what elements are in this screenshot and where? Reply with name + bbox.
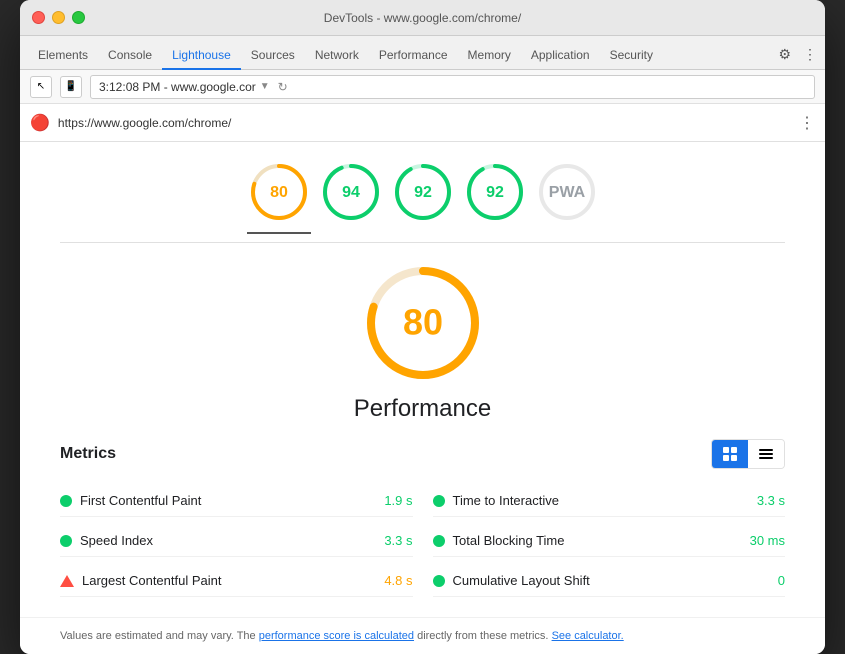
tab-address[interactable]: 3:12:08 PM - www.google.cor ▼ ↻	[90, 75, 815, 99]
metric-row-tbt: Total Blocking Time 30 ms	[433, 525, 786, 557]
metric-row-cls: Cumulative Layout Shift 0	[433, 565, 786, 597]
tab-icons: ⚙ ⋮	[778, 46, 817, 69]
refresh-icon[interactable]: ↻	[278, 80, 288, 94]
lighthouse-url-text: https://www.google.com/chrome/	[58, 116, 231, 130]
lighthouse-logo: 🔴	[30, 113, 50, 133]
more-icon[interactable]: ⋮	[803, 46, 817, 63]
svg-text:92: 92	[486, 184, 504, 201]
lighthouse-url-bar: 🔴 https://www.google.com/chrome/ ⋮	[20, 104, 825, 142]
metric-value: 0	[778, 573, 785, 588]
tab-performance[interactable]: Performance	[369, 42, 458, 70]
scores-row: 80 94 92 92	[20, 142, 825, 232]
metric-row-tti: Time to Interactive 3.3 s	[433, 485, 786, 517]
svg-text:94: 94	[342, 184, 360, 201]
metric-warning-icon	[60, 575, 74, 587]
metric-row-fcp: First Contentful Paint 1.9 s	[60, 485, 413, 517]
metric-value: 3.3 s	[384, 533, 412, 548]
tab-memory[interactable]: Memory	[458, 42, 521, 70]
traffic-lights	[32, 11, 85, 24]
tab-console[interactable]: Console	[98, 42, 162, 70]
main-score-section: 80 Performance	[20, 243, 825, 439]
address-arrow: ▼	[260, 81, 270, 92]
score-circle-svg-4: PWA	[537, 162, 597, 222]
devtools-tabs: Elements Console Lighthouse Sources Netw…	[20, 36, 825, 70]
tab-elements[interactable]: Elements	[28, 42, 98, 70]
metric-status-dot	[433, 575, 445, 587]
window-title: DevTools - www.google.com/chrome/	[32, 11, 813, 25]
score-pwa[interactable]: PWA	[537, 162, 597, 222]
metrics-section: Metrics	[20, 439, 825, 617]
metric-status-dot	[60, 535, 72, 547]
score-circle-svg-0: 80	[249, 162, 309, 222]
metric-row-lcp: Largest Contentful Paint 4.8 s	[60, 565, 413, 597]
score-best-practices[interactable]: 92	[393, 162, 453, 222]
metrics-note: Values are estimated and may vary. The p…	[20, 617, 825, 654]
metric-name: Largest Contentful Paint	[82, 573, 376, 588]
metric-name: Total Blocking Time	[453, 533, 742, 548]
more-options-icon[interactable]: ⋮	[799, 113, 815, 133]
note-prefix: Values are estimated and may vary. The	[60, 630, 259, 642]
svg-text:PWA: PWA	[548, 184, 585, 201]
settings-icon[interactable]: ⚙	[778, 46, 791, 63]
address-bar: ↖ 📱 3:12:08 PM - www.google.cor ▼ ↻	[20, 70, 825, 104]
main-score-circle: 80	[363, 263, 483, 383]
note-middle: directly from these metrics.	[414, 630, 552, 642]
metric-value: 3.3 s	[757, 493, 785, 508]
tab-address-text: 3:12:08 PM - www.google.cor	[99, 80, 256, 94]
svg-text:80: 80	[402, 302, 442, 343]
metric-value: 30 ms	[750, 533, 785, 548]
close-button[interactable]	[32, 11, 45, 24]
performance-score-link[interactable]: performance score is calculated	[259, 630, 414, 642]
tab-lighthouse[interactable]: Lighthouse	[162, 42, 241, 70]
metrics-view-buttons	[711, 439, 785, 469]
tab-application[interactable]: Application	[521, 42, 600, 70]
device-toggle-button[interactable]: 📱	[60, 76, 82, 98]
score-seo[interactable]: 92	[465, 162, 525, 222]
score-circle-svg-3: 92	[465, 162, 525, 222]
score-performance[interactable]: 80	[249, 162, 309, 222]
minimize-button[interactable]	[52, 11, 65, 24]
score-circle-svg-2: 92	[393, 162, 453, 222]
metric-name: Time to Interactive	[453, 493, 749, 508]
svg-text:92: 92	[414, 184, 432, 201]
score-accessibility[interactable]: 94	[321, 162, 381, 222]
metric-status-dot	[60, 495, 72, 507]
calculator-link[interactable]: See calculator.	[552, 630, 624, 642]
list-view-button[interactable]	[748, 440, 784, 468]
inspect-button[interactable]: ↖	[30, 76, 52, 98]
tab-security[interactable]: Security	[600, 42, 663, 70]
metric-row-si: Speed Index 3.3 s	[60, 525, 413, 557]
cursor-icon: ↖	[37, 81, 45, 92]
metric-value: 1.9 s	[384, 493, 412, 508]
grid-view-button[interactable]	[712, 440, 748, 468]
metrics-header: Metrics	[60, 439, 785, 469]
metric-value: 4.8 s	[384, 573, 412, 588]
maximize-button[interactable]	[72, 11, 85, 24]
metric-name: Cumulative Layout Shift	[453, 573, 770, 588]
metric-status-dot	[433, 495, 445, 507]
metrics-grid: First Contentful Paint 1.9 s Time to Int…	[60, 485, 785, 597]
metric-name: First Contentful Paint	[80, 493, 376, 508]
tab-sources[interactable]: Sources	[241, 42, 305, 70]
device-icon: 📱	[65, 81, 77, 92]
metrics-title: Metrics	[60, 445, 116, 463]
score-circle-svg-1: 94	[321, 162, 381, 222]
tab-network[interactable]: Network	[305, 42, 369, 70]
metric-name: Speed Index	[80, 533, 376, 548]
metric-status-dot	[433, 535, 445, 547]
svg-text:80: 80	[270, 184, 288, 201]
performance-title: Performance	[354, 395, 491, 423]
title-bar: DevTools - www.google.com/chrome/	[20, 0, 825, 36]
